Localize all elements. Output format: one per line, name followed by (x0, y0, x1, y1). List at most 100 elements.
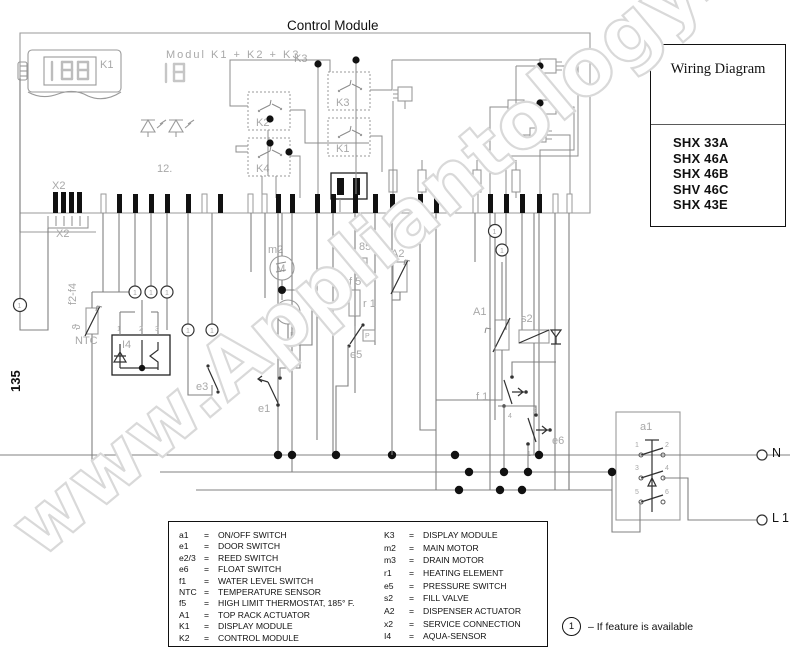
svg-text:M: M (282, 307, 291, 319)
model-list-box: Wiring Diagram SHX 33A SHX 46A SHX 46B S… (650, 44, 786, 227)
module-inner-display (164, 62, 186, 84)
onoff-switch-a1: a1 1 2 3 4 5 6 (615, 411, 681, 521)
model-item: SHX 43E (673, 197, 728, 213)
svg-text:1: 1 (500, 248, 504, 255)
ntc-temperature-sensor: NTC f2-f4 ϑ (67, 283, 135, 460)
wiring-diagram-page: Modul K1 + K2 + K3 K1 12. K2 K4 K3 K1 K3… (0, 0, 800, 664)
svg-text:K1: K1 (336, 143, 349, 155)
legend-row: e1 = DOOR SWITCH (179, 541, 281, 552)
svg-text:1: 1 (186, 328, 190, 335)
a1-pin-4: 4 (665, 465, 669, 472)
legend-column-right: K3 = DISPLAY MODULE m2 = MAIN MOTOR m3 = DRAIN… (384, 530, 521, 644)
model-box-title: Wiring Diagram (670, 61, 766, 77)
ntc-label: NTC (75, 335, 98, 347)
model-item: SHX 46B (673, 166, 729, 182)
svg-text:1: 1 (493, 229, 497, 236)
footnote-text: – If feature is available (588, 620, 694, 633)
ntc-range-label: f2-f4 (67, 283, 79, 305)
pressure-switch-label: e5 (350, 349, 362, 361)
reed-switch-label: e3 (196, 381, 208, 393)
footnote: 1 – If feature is available (562, 617, 693, 636)
led-indicator-icons (140, 118, 195, 137)
display-module-k1: K1 (17, 49, 122, 100)
legend-row: e6 = FLOAT SWITCH (179, 564, 282, 575)
feature-marker-left: 1 (12, 297, 28, 313)
drain-motor-m3: M m3 (275, 299, 305, 341)
svg-text:1: 1 (133, 290, 137, 297)
onoff-switch-label: a1 (640, 421, 652, 433)
page-number: 135 (8, 370, 23, 392)
relay-k1: K1 (327, 117, 371, 157)
legend-column-left: a1 = ON/OFF SWITCH e1 = DOOR SWITCH e2/3 = REE… (179, 530, 384, 644)
legend-row: m2 = MAIN MOTOR (384, 542, 479, 553)
high-limit-thermostat-f5: ϑ 85°C f 5 (349, 241, 384, 288)
door-switch-e1: e1 (257, 345, 301, 415)
legend-row: NTC = TEMPERATURE SENSOR (179, 587, 321, 598)
svg-text:1: 1 (210, 328, 214, 335)
heating-element-label: r 1 (363, 298, 376, 310)
terminal-n-label: N (772, 446, 782, 460)
pressure-switch-e5: P e5 (347, 323, 376, 361)
relay-group-k3-label: K3 (294, 53, 307, 65)
a1-pin-6: 6 (665, 489, 669, 496)
legend-row: m3 = DRAIN MOTOR (384, 555, 484, 566)
legend-row: r1 = HEATING ELEMENT (384, 568, 504, 579)
legend-row: K2 = CONTROL MODULE (179, 632, 299, 643)
aqua-pin-1: 1 (117, 326, 121, 333)
footnote-marker-icon: 1 (562, 617, 581, 636)
x2-terminal-label-bottom: X2 (56, 228, 69, 240)
terminal-n (756, 449, 768, 461)
svg-text:M: M (276, 263, 285, 275)
svg-text:ϑ: ϑ (71, 324, 83, 330)
legend-row: f1 = WATER LEVEL SWITCH (179, 575, 314, 586)
fill-valve-label: s2 (521, 313, 533, 325)
terminal-l1-label: L 1 (772, 511, 789, 525)
a1-pin-1: 1 (635, 442, 639, 449)
water-level-switch-label: f 1 (476, 391, 488, 403)
drain-motor-label: m3 (290, 329, 305, 341)
float-switch-label: e6 (552, 435, 564, 447)
aqua-pin-3: 3 (155, 326, 159, 333)
legend-row: A2 = DISPENSER ACTUATOR (384, 606, 522, 617)
legend-row: A1 = TOP RACK ACTUATOR (179, 609, 311, 620)
module-resistors (388, 169, 521, 193)
svg-text:1: 1 (149, 290, 153, 297)
model-item: SHV 46C (673, 181, 729, 197)
contact-block (330, 172, 368, 212)
a1-pin-3: 3 (635, 465, 639, 472)
page-title: Control Module (287, 18, 379, 33)
terminal-l1 (756, 514, 768, 526)
module-header-label: Modul K1 + K2 + K3 (166, 49, 300, 61)
svg-text:1: 1 (165, 290, 169, 297)
thermostat-temp-label: 85°C (359, 241, 384, 253)
legend-row: s2 = FILL VALVE (384, 593, 469, 604)
dispenser-actuator-label: A2 (391, 248, 404, 260)
coil-symbols (393, 58, 562, 143)
model-item: SHX 33A (673, 135, 729, 151)
dispenser-actuator-a2: A2 (390, 248, 411, 301)
legend-box: a1 = ON/OFF SWITCH e1 = DOOR SWITCH e2/3 = REE… (168, 521, 548, 647)
top-rack-actuator-label: A1 (473, 306, 486, 318)
top-rack-actuator-a1: A1 1 (436, 243, 511, 401)
legend-row: a1 = ON/OFF SWITCH (179, 530, 287, 540)
a1-pin-5: 5 (635, 489, 639, 496)
reed-switch-e3: 1 1 e3 (181, 323, 229, 396)
svg-text:K3: K3 (336, 97, 349, 109)
svg-text:K4: K4 (256, 163, 269, 175)
svg-text:P: P (365, 333, 370, 340)
legend-row: K1 = DISPLAY MODULE (179, 621, 293, 632)
f1-pin-4: 4 (508, 413, 512, 420)
aqua-sensor-label: I4 (122, 339, 131, 351)
aqua-sensor-i4: I4 1 2 3 1 1 1 (111, 285, 174, 376)
model-item: SHX 46A (673, 150, 729, 166)
legend-row: I4 = AQUA-SENSOR (384, 631, 487, 642)
heating-element-r1: r 1 (348, 289, 376, 317)
main-motor-m2: M m2 (268, 244, 295, 281)
door-switch-label: e1 (258, 403, 270, 415)
legend-row: e5 = PRESSURE SWITCH (384, 580, 507, 591)
legend-row: x2 = SERVICE CONNECTION (384, 618, 521, 629)
aqua-pin-2: 2 (139, 326, 143, 333)
module-version-label: 12. (157, 163, 172, 175)
main-motor-label: m2 (268, 244, 283, 256)
legend-row: K3 = DISPLAY MODULE (384, 530, 498, 540)
